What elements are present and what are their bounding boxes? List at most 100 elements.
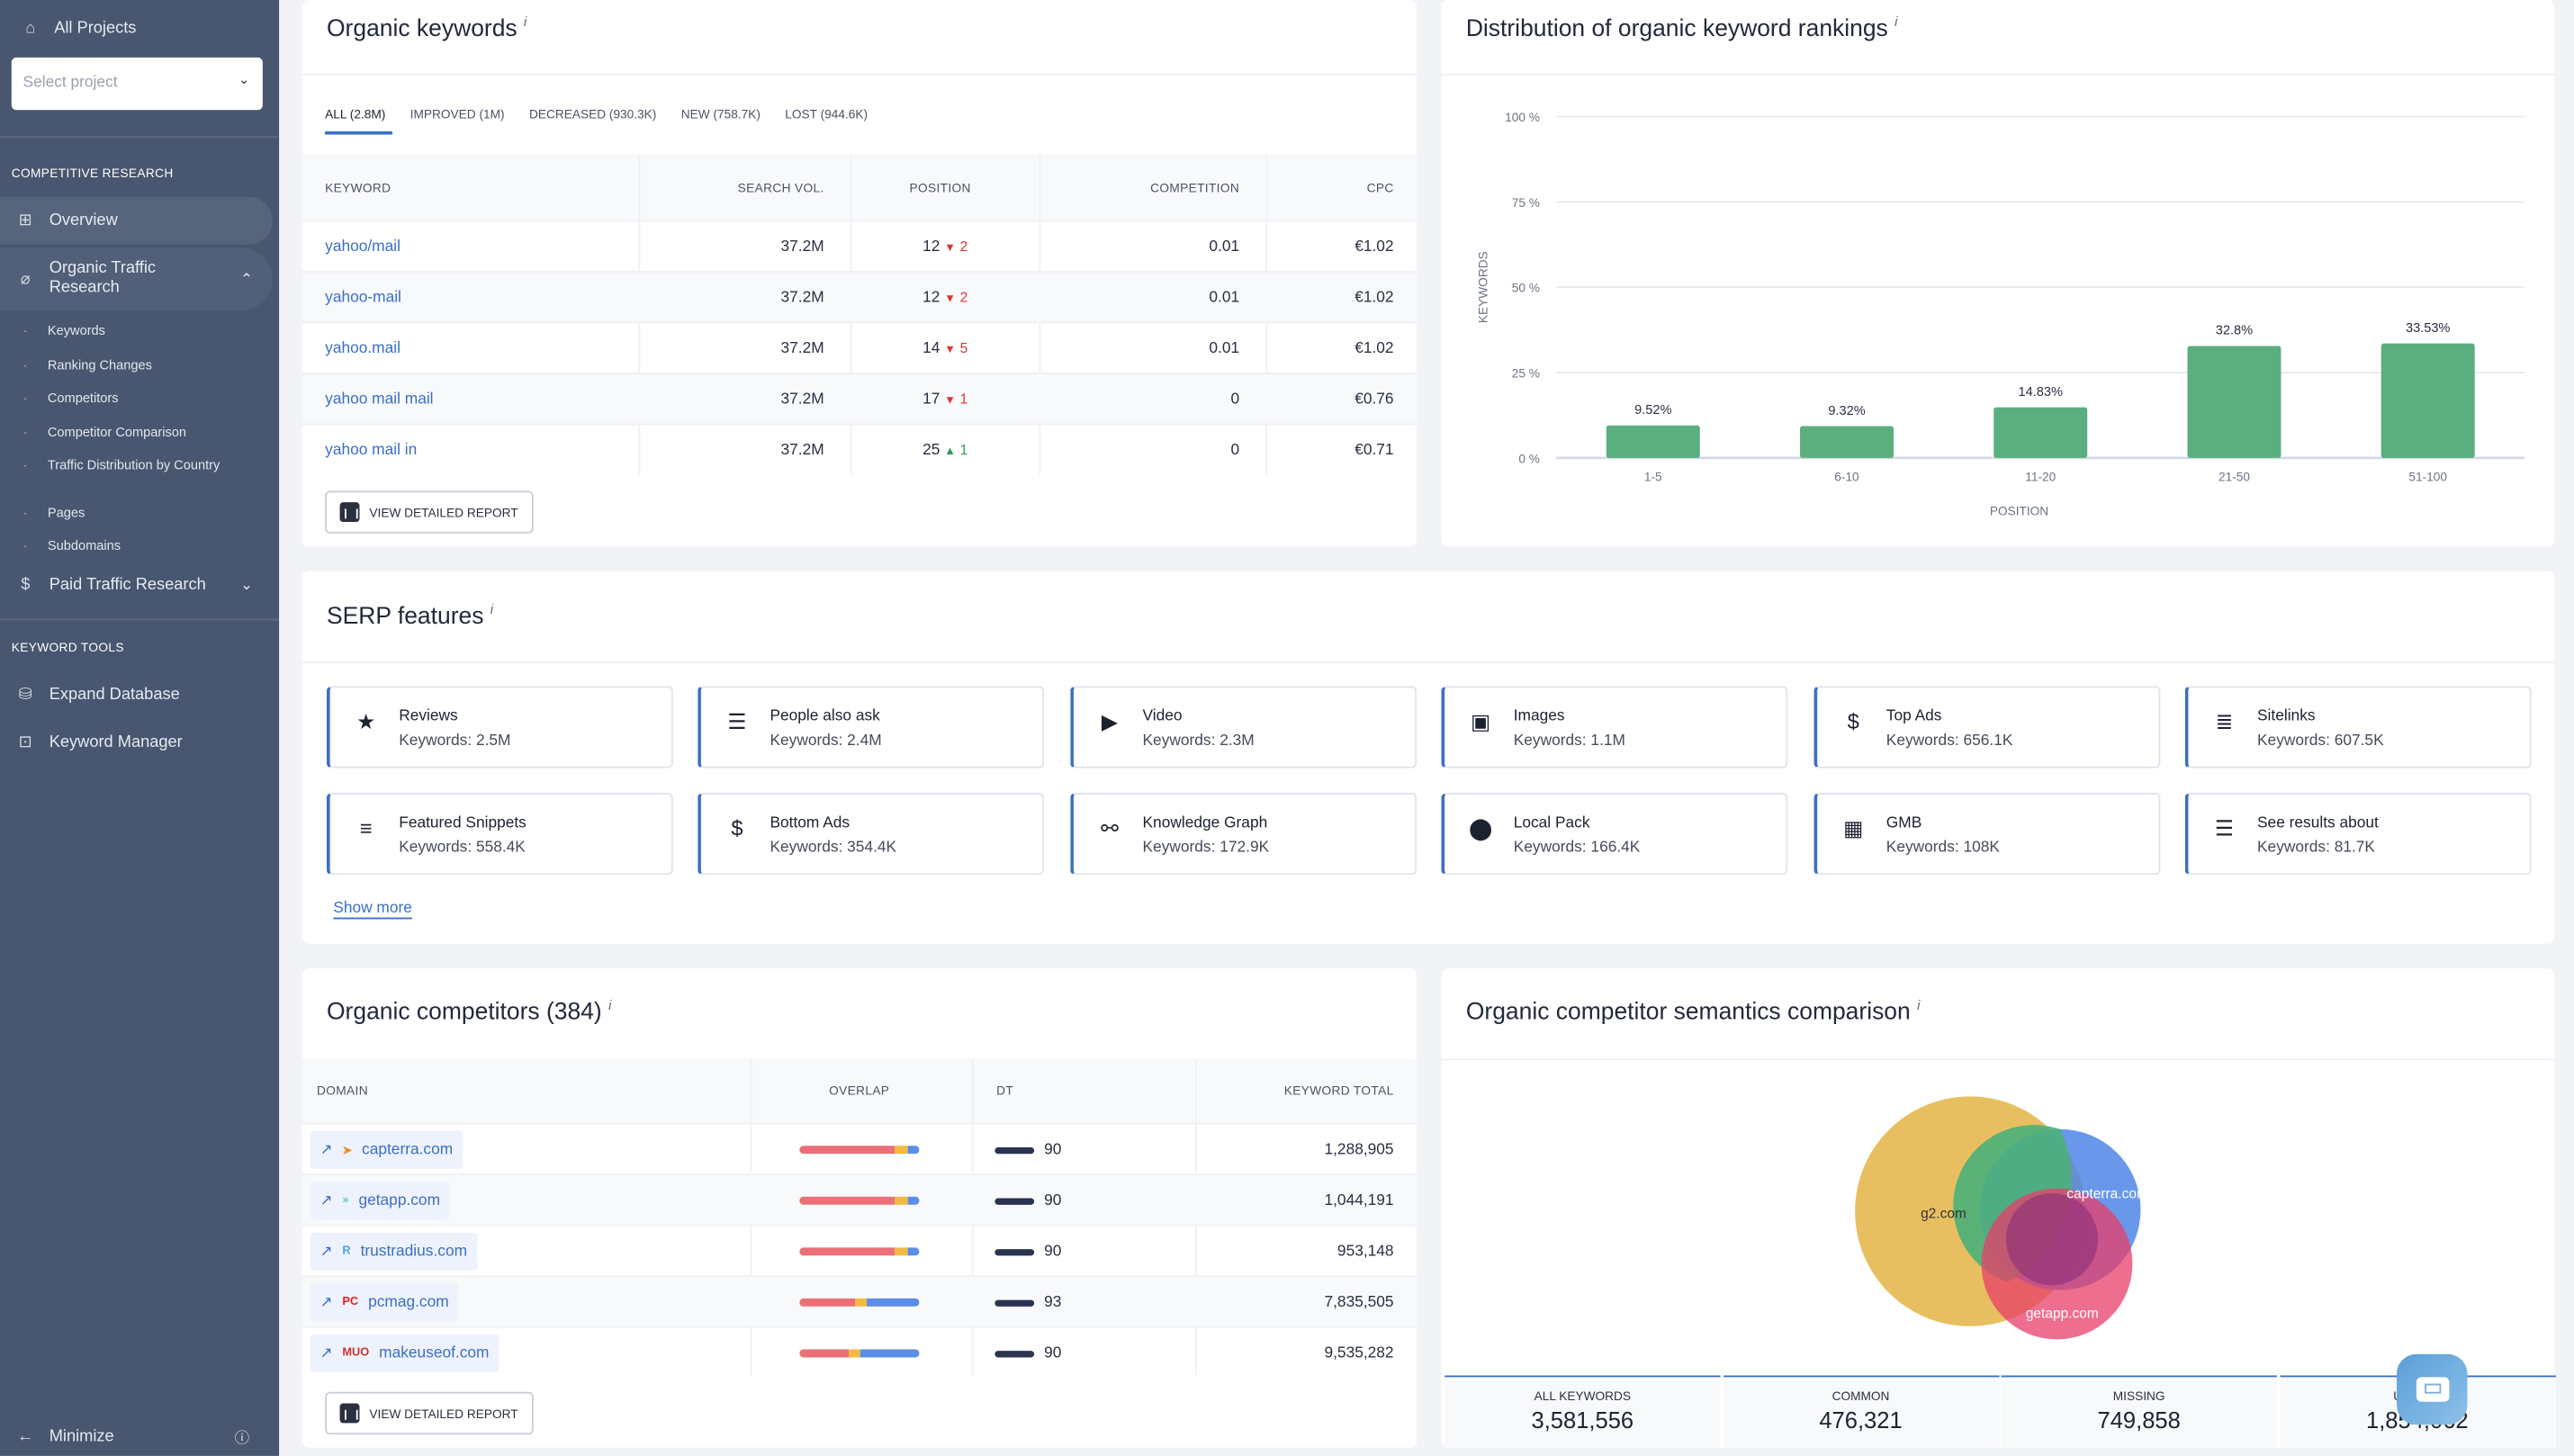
show-more-link[interactable]: Show more [333,900,412,920]
overlap-bar [799,1196,920,1205]
overlap-bar [799,1247,920,1256]
stat-missing: MISSING 749,858 [2001,1375,2277,1448]
serp-tile[interactable]: ▦ GMB Keywords: 108K [1814,792,2161,876]
external-link-icon[interactable]: ↗ [320,1191,333,1209]
external-link-icon[interactable]: ↗ [320,1141,333,1159]
y-tick-label: 75 % [1512,196,1540,210]
sidebar-item-expand-database[interactable]: ⛁ Expand Database [0,686,180,704]
sidebar-sub-competitor-comparison[interactable]: Competitor Comparison [22,425,186,439]
position-change: 2 [959,289,968,306]
keyword-link[interactable]: yahoo/mail [325,238,400,256]
view-detailed-report-button[interactable]: VIEW DETAILED REPORT [325,490,534,534]
external-link-icon[interactable]: ↗ [320,1243,333,1261]
tab-0[interactable]: ALL (2.8M) [325,107,385,121]
dt-value: 93 [1044,1293,1062,1312]
serp-feature-name: Sitelinks [2257,707,2316,726]
col-dt[interactable]: DT [996,1083,1013,1098]
favicon-icon: » [342,1194,349,1207]
view-detailed-report-button[interactable]: VIEW DETAILED REPORT [325,1391,534,1435]
stat-value: 749,858 [2097,1407,2181,1434]
competition: 0.01 [1209,289,1240,308]
tab-3[interactable]: NEW (758.7K) [681,107,760,121]
serp-tile[interactable]: $ Top Ads Keywords: 656.1K [1814,686,2161,768]
help-icon[interactable]: ⓘ [235,1426,249,1448]
serp-tile[interactable]: ≡ Featured Snippets Keywords: 558.4K [326,792,673,876]
sidebar-sub-ranking-changes[interactable]: Ranking Changes [23,358,152,373]
col-keyword-total[interactable]: KEYWORD TOTAL [1284,1083,1394,1098]
database-icon: ⛁ [18,686,32,705]
serp-tile[interactable]: ☰ People also ask Keywords: 2.4M [698,686,1045,768]
table-row: yahoo mail in 37.2M 25 ▲ 1 0 €0.71 [302,423,1418,475]
arrow-down-icon: ▼ [944,242,956,255]
keyword-link[interactable]: yahoo.mail [325,340,400,358]
serp-tile[interactable]: $ Bottom Ads Keywords: 354.4K [698,792,1045,876]
serp-feature-name: Reviews [399,707,458,726]
tab-1[interactable]: IMPROVED (1M) [410,107,505,121]
sidebar-sub-pages[interactable]: Pages [23,506,85,520]
sidebar-sub-competitors[interactable]: Competitors [22,391,118,405]
tab-2[interactable]: DECREASED (930.3K) [529,107,656,121]
project-select[interactable]: Select project ⌄ [11,57,263,111]
favicon-icon: R [342,1245,351,1258]
competition: 0 [1230,441,1240,460]
search-vol: 37.2M [780,441,824,460]
domain-link[interactable]: makeuseof.com [379,1344,489,1362]
chat-button[interactable] [2397,1353,2468,1425]
table-row: yahoo mail mail 37.2M 17 ▼ 1 0 €0.76 [302,373,1418,424]
competition: 0.01 [1209,339,1240,358]
domain-link[interactable]: pcmag.com [368,1293,449,1311]
sidebar-item-overview[interactable]: ⊞ Overview [0,196,273,245]
col-overlap[interactable]: OVERLAP [829,1083,889,1098]
arrow-down-icon: ▼ [944,395,956,408]
sidebar-sub-traffic-distribution[interactable]: Traffic Distribution by Country [23,458,229,474]
external-link-icon[interactable]: ↗ [320,1344,333,1362]
col-cpc[interactable]: CPC [1367,181,1394,195]
serp-tile[interactable]: ★ Reviews Keywords: 2.5M [326,686,673,768]
cpc: €1.02 [1354,238,1394,256]
serp-tile[interactable]: ▶ Video Keywords: 2.3M [1070,686,1418,768]
position: 17 ▼ 1 [922,391,968,409]
sidebar-item-paid-traffic[interactable]: $ Paid Traffic Research ⌄ [0,576,273,594]
serp-feature-name: Video [1142,707,1183,726]
keyword-link[interactable]: yahoo mail mail [325,391,433,409]
all-projects-link[interactable]: ⌂ All Projects [6,20,136,38]
sidebar-sub-subdomains[interactable]: Subdomains [22,538,121,553]
minimize-button[interactable]: ← Minimize ⓘ [0,1428,273,1446]
serp-tile[interactable]: ⚯ Knowledge Graph Keywords: 172.9K [1070,792,1418,876]
home-icon: ⌂ [25,19,36,38]
sidebar-sub-keywords[interactable]: Keywords [22,323,105,337]
domain-link[interactable]: capterra.com [362,1141,453,1159]
col-domain[interactable]: DOMAIN [317,1083,368,1098]
chevron-down-icon: ⌄ [240,576,253,593]
arrow-left-icon: ← [17,1427,34,1446]
x-tick-label: 11-20 [2025,470,2056,483]
col-search-vol[interactable]: SEARCH VOL. [738,181,824,195]
sidebar-item-keyword-manager[interactable]: ⊡ Keyword Manager [0,733,183,751]
keyword-link[interactable]: yahoo mail in [325,442,417,460]
external-link-icon[interactable]: ↗ [320,1293,333,1311]
keyword-link[interactable]: yahoo-mail [325,289,401,307]
overlap-bar [799,1349,920,1358]
col-keyword[interactable]: KEYWORD [325,181,391,195]
serp-tile[interactable]: ≣ Sitelinks Keywords: 607.5K [2184,686,2532,768]
info-icon: i [490,602,494,617]
minimize-label: Minimize [49,1427,114,1446]
domain-link[interactable]: getapp.com [358,1191,440,1209]
col-competition[interactable]: COMPETITION [1150,181,1239,195]
serp-tile[interactable]: ⬤ Local Pack Keywords: 166.4K [1441,792,1788,876]
domain-link[interactable]: trustradius.com [361,1243,467,1261]
overlap-bar [799,1298,920,1307]
serp-tile[interactable]: ☰ See results about Keywords: 81.7K [2184,792,2532,876]
serp-feature-icon: ▣ [1471,708,1491,734]
serp-feature-name: GMB [1886,813,1922,832]
tab-4[interactable]: LOST (944.6K) [785,107,868,121]
serp-tile[interactable]: ▣ Images Keywords: 1.1M [1441,686,1788,768]
overview-label: Overview [49,211,118,230]
stat-label: ALL KEYWORDS [1534,1389,1632,1404]
stat-label: MISSING [2112,1389,2165,1404]
search-vol: 37.2M [780,339,824,358]
domain-cell: ↗ R trustradius.com [310,1232,477,1271]
serp-feature-name: Featured Snippets [399,813,526,832]
col-position[interactable]: POSITION [909,181,970,195]
sidebar-item-organic-traffic[interactable]: ⌀ Organic Traffic Research ⌃ [0,247,273,310]
